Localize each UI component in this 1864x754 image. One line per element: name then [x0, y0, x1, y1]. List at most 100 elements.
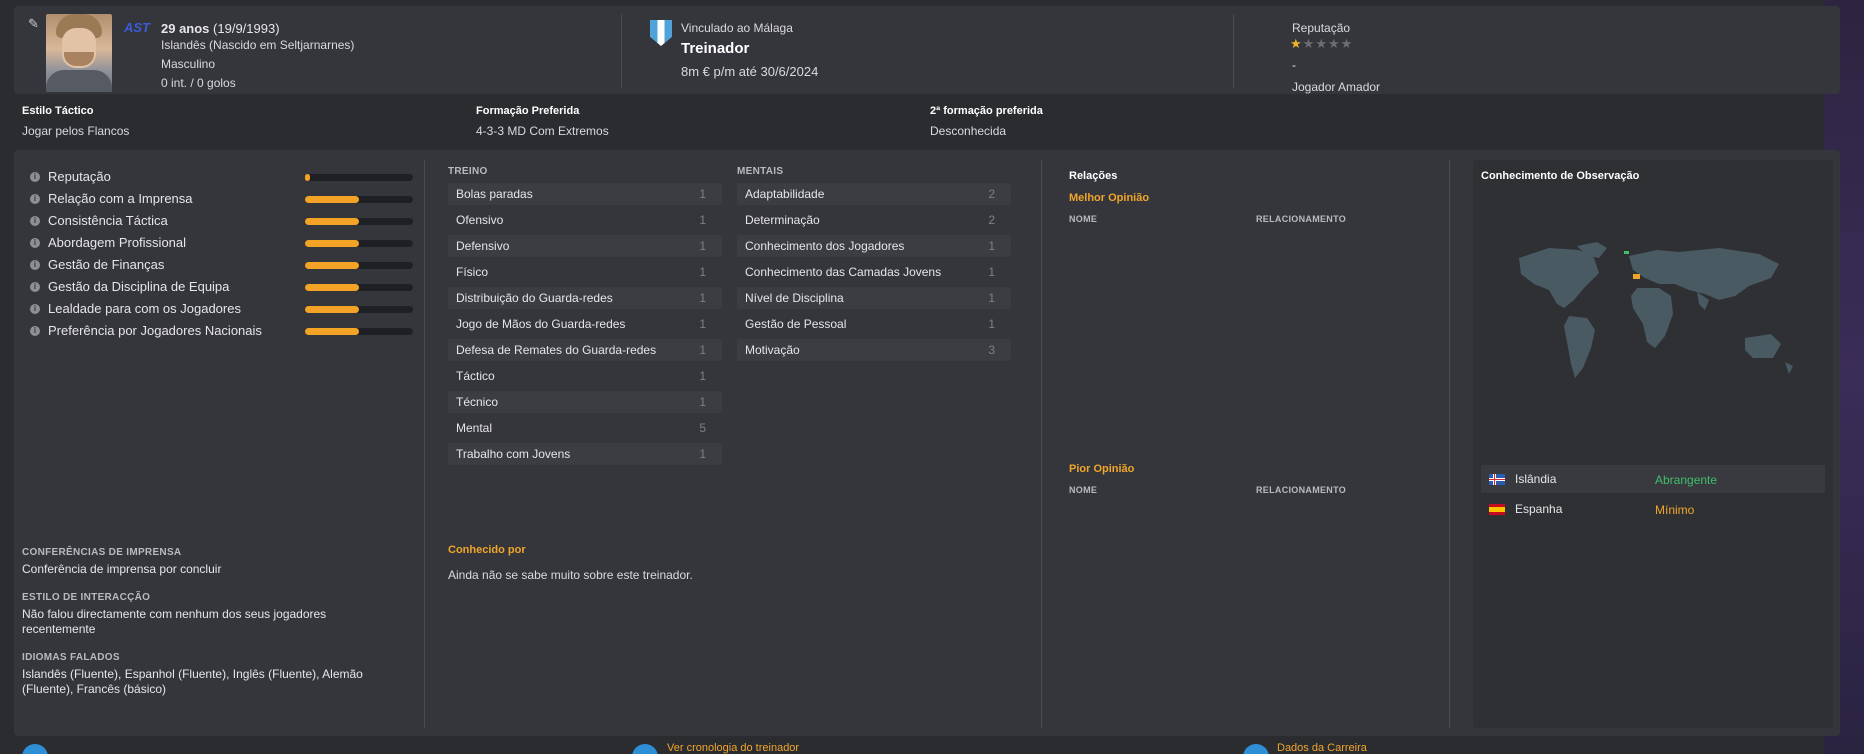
- info-icon[interactable]: i: [30, 304, 40, 314]
- coach-timeline-link[interactable]: Ver cronologia do treinador: [667, 742, 799, 754]
- country-row[interactable]: Espanha Mínimo: [1481, 495, 1825, 523]
- career-stats-link[interactable]: Dados da Carreira: [1277, 742, 1367, 754]
- skill-value: 1: [699, 291, 706, 305]
- timeline-icon[interactable]: [632, 744, 658, 754]
- skill-value: 1: [699, 187, 706, 201]
- header-divider: [1233, 14, 1234, 88]
- column-divider: [424, 160, 425, 728]
- press-conferences-value: Conferência de imprensa por concluir: [22, 562, 222, 576]
- spain-flag-icon: [1489, 504, 1505, 515]
- attribute-row[interactable]: i Consistência Táctica: [30, 212, 413, 232]
- attribute-bar-fill: [305, 284, 359, 291]
- skill-name: Conhecimento das Camadas Jovens: [745, 265, 942, 279]
- known-for-value: Ainda não se sabe muito sobre este trein…: [448, 568, 693, 582]
- mental-row: Determinação 2: [737, 209, 1011, 231]
- training-row: Trabalho com Jovens 1: [448, 443, 722, 465]
- skill-value: 2: [988, 187, 995, 201]
- star-icon: ★: [1315, 36, 1328, 51]
- scouting-panel: Conhecimento de Observação Islândia Abran…: [1473, 160, 1833, 728]
- attribute-row[interactable]: i Preferência por Jogadores Nacionais: [30, 322, 413, 342]
- column-divider: [1449, 160, 1450, 728]
- mental-row: Adaptabilidade 2: [737, 183, 1011, 205]
- info-icon[interactable]: i: [30, 326, 40, 336]
- worst-col-relation: RELACIONAMENTO: [1256, 485, 1347, 495]
- attribute-bar-fill: [305, 240, 359, 247]
- attribute-row[interactable]: i Gestão da Disciplina de Equipa: [30, 278, 413, 298]
- skill-name: Técnico: [456, 395, 499, 409]
- info-icon[interactable]: i: [30, 238, 40, 248]
- skill-value: 1: [699, 265, 706, 279]
- star-icon: ★: [1302, 36, 1316, 51]
- world-map[interactable]: [1509, 238, 1809, 398]
- career-stats-icon[interactable]: [1243, 744, 1269, 754]
- country-row[interactable]: Islândia Abrangente: [1481, 465, 1825, 493]
- attribute-name: Lealdade para com os Jogadores: [48, 301, 241, 316]
- skill-name: Distribuição do Guarda-redes: [456, 291, 613, 305]
- attribute-bar-fill: [305, 262, 359, 269]
- contract-info: 8m € p/m até 30/6/2024: [681, 64, 819, 79]
- attribute-name: Preferência por Jogadores Nacionais: [48, 323, 262, 338]
- attribute-bar-track: [305, 174, 413, 181]
- skill-value: 1: [988, 265, 995, 279]
- nationality: Islandês (Nascido em Seltjarnarnes): [161, 38, 355, 52]
- worst-opinion-label: Pior Opinião: [1069, 463, 1135, 475]
- mental-row: Conhecimento dos Jogadores 1: [737, 235, 1011, 257]
- attribute-row[interactable]: i Relação com a Imprensa: [30, 190, 413, 210]
- info-icon[interactable]: i: [30, 194, 40, 204]
- mental-row: Gestão de Pessoal 1: [737, 313, 1011, 335]
- iceland-flag-icon: [1489, 474, 1505, 485]
- skill-value: 1: [699, 369, 706, 383]
- skill-value: 1: [699, 447, 706, 461]
- skill-value: 3: [988, 343, 995, 357]
- attribute-name: Relação com a Imprensa: [48, 191, 193, 206]
- attribute-row[interactable]: i Gestão de Finanças: [30, 256, 413, 276]
- info-icon[interactable]: i: [30, 260, 40, 270]
- attribute-name: Consistência Táctica: [48, 213, 168, 228]
- attribute-bar-track: [305, 284, 413, 291]
- attribute-bar-track: [305, 196, 413, 203]
- skill-name: Mental: [456, 421, 493, 435]
- skill-name: Defensivo: [456, 239, 510, 253]
- training-row: Distribuição do Guarda-redes 1: [448, 287, 722, 309]
- attribute-bar-fill: [305, 218, 359, 225]
- skill-value: 1: [988, 317, 995, 331]
- main-panel: i Reputação i Relação com a Imprensa i Consis…: [14, 150, 1840, 736]
- profile-header: ✎ AST 29 anos (19/9/1993) Islandês (Nasc…: [14, 6, 1840, 94]
- attribute-bar-fill: [305, 328, 359, 335]
- best-opinion-label: Melhor Opinião: [1069, 192, 1150, 204]
- attribute-row[interactable]: i Reputação: [30, 168, 413, 188]
- training-row: Defesa de Remates do Guarda-redes 1: [448, 339, 722, 361]
- mental-row: Conhecimento das Camadas Jovens 1: [737, 261, 1011, 283]
- tactical-style-value: Jogar pelos Flancos: [22, 124, 130, 138]
- star-half-icon: ★: [1290, 36, 1303, 51]
- skill-value: 1: [988, 291, 995, 305]
- club-label[interactable]: Vinculado ao Málaga: [681, 21, 793, 35]
- info-icon[interactable]: i: [30, 172, 40, 182]
- mental-row: Motivação 3: [737, 339, 1011, 361]
- known-for-label: Conhecido por: [448, 544, 526, 556]
- worst-col-name: NOME: [1069, 485, 1098, 495]
- training-title: TREINO: [448, 166, 488, 177]
- skill-value: 5: [699, 421, 706, 435]
- edit-pencil-icon[interactable]: ✎: [28, 16, 42, 31]
- help-icon[interactable]: [22, 744, 48, 754]
- skill-value: 1: [699, 343, 706, 357]
- tactical-style-label: Estilo Táctico: [22, 105, 94, 117]
- star-icon: ★: [1327, 36, 1341, 51]
- training-row: Físico 1: [448, 261, 722, 283]
- mental-title: MENTAIS: [737, 166, 784, 177]
- info-icon[interactable]: i: [30, 282, 40, 292]
- attribute-name: Reputação: [48, 169, 111, 184]
- info-icon[interactable]: i: [30, 216, 40, 226]
- skill-value: 1: [699, 395, 706, 409]
- skill-name: Motivação: [745, 343, 800, 357]
- interaction-style-label: ESTILO DE INTERACÇÃO: [22, 592, 151, 603]
- country-name: Islândia: [1515, 472, 1557, 486]
- column-divider: [1041, 160, 1042, 728]
- age-line: 29 anos (19/9/1993): [161, 21, 280, 36]
- reputation-dash: -: [1292, 58, 1296, 72]
- skill-name: Físico: [456, 265, 489, 279]
- attribute-row[interactable]: i Lealdade para com os Jogadores: [30, 300, 413, 320]
- attribute-row[interactable]: i Abordagem Profissional: [30, 234, 413, 254]
- club-badge-icon[interactable]: [650, 20, 672, 46]
